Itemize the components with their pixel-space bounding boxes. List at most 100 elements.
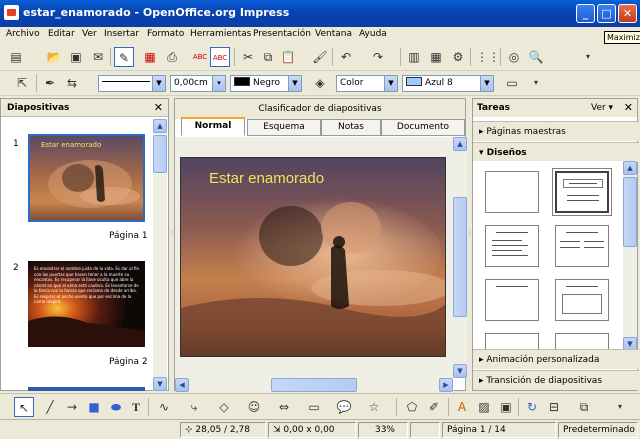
menu-archivo[interactable]: Archivo [6, 29, 40, 39]
fontwork-gallery-icon[interactable]: A [452, 397, 472, 417]
flowchart-icon[interactable]: ▭ [304, 397, 324, 417]
splitter-handle[interactable]: ⋮ [467, 230, 473, 242]
line-arrow-icon[interactable]: → [62, 397, 82, 417]
arrow-style-icon[interactable]: ⇆ [62, 73, 82, 93]
arrange-icon[interactable]: ⧉ [574, 397, 594, 417]
new-document-icon[interactable]: ▤ [6, 47, 26, 67]
layout-title-content[interactable] [485, 225, 539, 267]
scroll-thumb[interactable] [153, 135, 167, 173]
scroll-up-icon[interactable]: ▲ [623, 161, 637, 175]
close-icon[interactable]: ✕ [624, 101, 633, 114]
line-color-select[interactable]: Negro ▼ [230, 75, 302, 92]
scroll-up-icon[interactable]: ▲ [453, 137, 467, 151]
layout-title-slide[interactable] [552, 168, 612, 216]
export-pdf-icon[interactable]: ▦ [140, 47, 160, 67]
rotate-icon[interactable]: ↻ [522, 397, 542, 417]
slide-edit-area[interactable]: Estar enamorado [175, 137, 453, 378]
slide-thumbnail-2[interactable]: Es encontrar el nombre justo de la vida.… [28, 261, 145, 347]
select-arrow-icon[interactable]: ⇱ [12, 73, 32, 93]
glue-points-icon[interactable]: ✐ [424, 397, 444, 417]
tab-documento[interactable]: Documento [381, 119, 465, 136]
menu-presentacion[interactable]: Presentación [253, 29, 311, 39]
scroll-thumb[interactable] [623, 177, 637, 247]
section-slide-transition[interactable]: ▸ Transición de diapositivas [473, 370, 639, 390]
line-tool-icon[interactable]: ╱ [40, 397, 60, 417]
spellcheck-icon[interactable]: ABC [190, 47, 210, 67]
menu-ventana[interactable]: Ventana [315, 29, 352, 39]
toolbar-options-icon[interactable]: ▾ [578, 47, 598, 67]
section-master-pages[interactable]: ▸ Páginas maestras [473, 121, 639, 141]
autospellcheck-icon[interactable]: ABC [210, 47, 230, 67]
edit-file-icon[interactable]: ✎ [114, 47, 134, 67]
slide-vertical-scrollbar[interactable]: ▲ ▼ [453, 137, 467, 378]
toolbar-options-icon[interactable]: ▾ [526, 73, 546, 93]
minimize-button[interactable]: _ [576, 4, 595, 23]
copy-icon[interactable]: ⧉ [258, 47, 278, 67]
area-fill-icon[interactable]: ◈ [310, 73, 330, 93]
scroll-down-icon[interactable]: ▼ [453, 364, 467, 378]
line-icon[interactable]: ✒ [40, 73, 60, 93]
from-file-icon[interactable]: ▨ [474, 397, 494, 417]
open-folder-icon[interactable]: 📂 [44, 47, 64, 67]
layouts-scrollbar[interactable]: ▲ ▼ [623, 161, 637, 351]
scroll-down-icon[interactable]: ▼ [153, 377, 167, 391]
splitter-handle[interactable]: ⋮ [169, 230, 175, 242]
view-menu-button[interactable]: Ver ▾ [591, 103, 613, 113]
layout-centered-text[interactable] [555, 279, 609, 321]
undo-icon[interactable]: ↶ [336, 47, 356, 67]
slide-horizontal-scrollbar[interactable]: ◀ ▶ [175, 378, 453, 392]
line-style-select[interactable]: ▼ [98, 75, 166, 92]
layout-two-content[interactable] [555, 225, 609, 267]
grid-icon[interactable]: ⋮⋮ [476, 47, 500, 67]
slide-sorter-header[interactable]: Clasificador de diapositivas [175, 99, 465, 119]
select-icon[interactable]: ↖ [14, 397, 34, 417]
menu-editar[interactable]: Editar [48, 29, 75, 39]
line-width-input[interactable]: 0,00cm ▾ [170, 75, 226, 92]
tab-normal[interactable]: Normal [181, 117, 245, 136]
menu-ayuda[interactable]: Ayuda [359, 29, 387, 39]
close-icon[interactable]: ✕ [154, 101, 163, 114]
curve-icon[interactable]: ∿ [154, 397, 174, 417]
layout-blank[interactable] [485, 171, 539, 213]
tab-notas[interactable]: Notas [321, 119, 381, 136]
layout-title-only[interactable] [485, 279, 539, 321]
impress-app-icon[interactable] [4, 5, 19, 20]
table-icon[interactable]: ▦ [426, 47, 446, 67]
alignment-icon[interactable]: ⊟ [544, 397, 564, 417]
text-icon[interactable]: T [126, 397, 146, 417]
toolbar-options-icon[interactable]: ▾ [610, 397, 630, 417]
scroll-up-icon[interactable]: ▲ [153, 119, 167, 133]
block-arrows-icon[interactable]: ⇔ [274, 397, 294, 417]
menu-herramientas[interactable]: Herramientas [190, 29, 251, 39]
fontwork-icon[interactable]: ⚙ [448, 47, 468, 67]
menu-formato[interactable]: Formato [147, 29, 184, 39]
menu-insertar[interactable]: Insertar [104, 29, 139, 39]
ellipse-icon[interactable]: ⬬ [106, 397, 126, 417]
email-icon[interactable]: ✉ [88, 47, 108, 67]
maximize-button[interactable]: □ [597, 4, 616, 23]
shadow-icon[interactable]: ▭ [502, 73, 522, 93]
format-paintbrush-icon[interactable]: 🖌 [310, 47, 330, 67]
zoom-level[interactable]: 33% [358, 422, 408, 438]
current-slide[interactable]: Estar enamorado [180, 157, 446, 357]
callouts-icon[interactable]: 💬 [334, 397, 354, 417]
gallery-icon[interactable]: ▣ [496, 397, 516, 417]
slide-thumbnail-1[interactable]: Estar enamorado [28, 134, 145, 222]
navigator-icon[interactable]: ◎ [504, 47, 524, 67]
basic-shapes-icon[interactable]: ◇ [214, 397, 234, 417]
slide-title-text[interactable]: Estar enamorado [209, 170, 324, 187]
print-icon[interactable]: ⎙ [162, 47, 182, 67]
chart-icon[interactable]: ▥ [404, 47, 424, 67]
zoom-icon[interactable]: 🔍 [526, 47, 546, 67]
scroll-right-icon[interactable]: ▶ [439, 378, 453, 392]
save-icon[interactable]: ▣ [66, 47, 86, 67]
fill-type-select[interactable]: Color ▼ [336, 75, 398, 92]
menu-ver[interactable]: Ver [82, 29, 97, 39]
scroll-thumb[interactable] [453, 197, 467, 317]
close-button[interactable]: ✕ [618, 4, 637, 23]
redo-icon[interactable]: ↷ [368, 47, 388, 67]
section-custom-animation[interactable]: ▸ Animación personalizada [473, 349, 639, 369]
tab-esquema[interactable]: Esquema [247, 119, 321, 136]
cut-icon[interactable]: ✂ [238, 47, 258, 67]
scroll-left-icon[interactable]: ◀ [175, 378, 189, 392]
